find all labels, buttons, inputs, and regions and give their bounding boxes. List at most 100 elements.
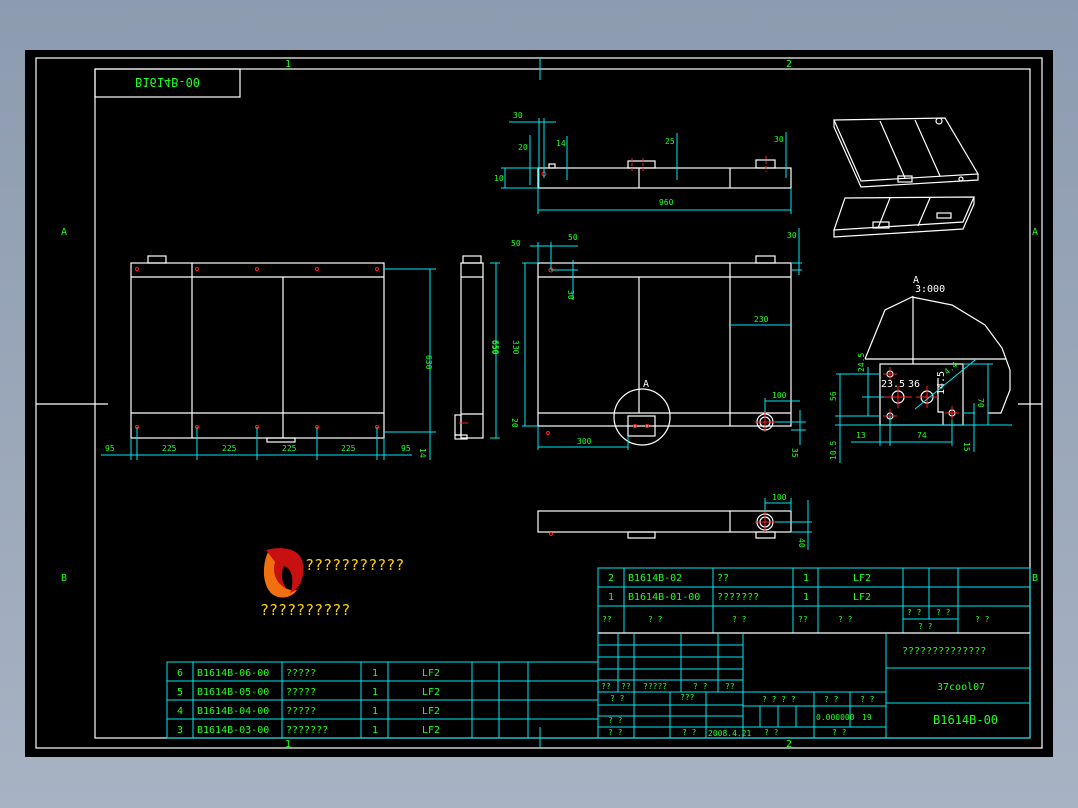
front-view	[101, 255, 436, 460]
dimension-label: 35	[790, 448, 799, 458]
cell-qty: 1	[803, 573, 809, 584]
cell-no: 5	[177, 687, 183, 698]
cell-name: ?????	[286, 687, 316, 698]
parts-table-row: 1 B1614B-01-00??????? 1 LF2	[608, 592, 871, 603]
dimension-label: 650	[490, 340, 499, 355]
cell-material: LF2	[853, 592, 871, 603]
title-cell: ? ?	[610, 694, 625, 703]
header-cell: ? ?	[838, 615, 853, 624]
weight-label: ? ?	[824, 695, 839, 704]
cell-no: 4	[177, 706, 183, 717]
zone-label: 2	[786, 739, 792, 750]
mirrored-drawing-code: B1614B-00	[135, 75, 200, 89]
drawing-sheet: 1 2 1 2 A B A B B1614B-00 6 30 95 225 225…	[35, 57, 1043, 750]
dimension-label: 30	[513, 111, 523, 120]
cell-no: 1	[608, 592, 614, 603]
scale-value: 19	[862, 713, 872, 722]
title-cell: ? ?	[608, 716, 623, 725]
detail-scale: 3:000	[915, 284, 945, 295]
dimension-label: 56	[829, 391, 838, 401]
date: 2008.4.21	[708, 729, 752, 738]
dimension-label: 100	[772, 391, 787, 400]
cell-no: 6	[177, 668, 183, 679]
sign-cell: ?????	[643, 682, 667, 691]
dimension-label: 24.5	[857, 353, 866, 372]
dimension-label: 70	[976, 398, 985, 408]
parts-table-row: 6 B1614B-06-00????? 1 LF2	[177, 668, 440, 679]
drawing-name: 37cool07	[937, 682, 985, 693]
cell-material: LF2	[422, 725, 440, 736]
dimension-label: 15	[962, 442, 971, 452]
cell-name: ???????	[717, 592, 759, 603]
cell-code: B1614B-03-00	[197, 725, 269, 736]
dimension-label: 230	[754, 315, 769, 324]
dimension-label: 30	[566, 290, 575, 300]
cell-name: ?????	[286, 668, 316, 679]
cell-name: ??	[717, 573, 729, 584]
dimension-label: 95	[105, 444, 115, 453]
title-cell: ???	[680, 693, 695, 702]
cell-name: ?????	[286, 706, 316, 717]
dimension-label: 14	[418, 448, 427, 458]
header-cell: ? ?	[907, 608, 922, 617]
cell-material: LF2	[853, 573, 871, 584]
company-logo	[263, 548, 304, 598]
parts-table-row: 3 B1614B-03-00??????? 1 LF2	[177, 725, 440, 736]
logo-text-line1: ???????????	[305, 556, 404, 574]
zone-label: B	[1032, 573, 1038, 584]
cell-qty: 1	[372, 668, 378, 679]
isometric-view-bottom	[833, 196, 975, 238]
dimension-label: 30	[774, 135, 784, 144]
drawing-code: B1614B-00	[933, 713, 998, 727]
dimension-label: 74	[917, 431, 927, 440]
cad-drawing-canvas[interactable]: 1 2 1 2 A B A B B1614B-00 6 30 95 225 225…	[25, 50, 1053, 757]
company-name: ??????????????	[902, 646, 986, 657]
cell-code: B1614B-06-00	[197, 668, 269, 679]
detail-marker: A	[643, 379, 649, 390]
scale-label: ? ?	[860, 695, 875, 704]
dimension-label: 40	[797, 538, 806, 548]
parts-table-row: 4 B1614B-04-00????? 1 LF2	[177, 706, 440, 717]
isometric-view-top	[833, 117, 980, 188]
cell-material: LF2	[422, 706, 440, 717]
dimension-label: 10	[494, 174, 504, 183]
dimension-label: 25	[665, 137, 675, 146]
header-cell: ? ?	[648, 615, 663, 624]
dimension-label: 225	[341, 444, 356, 453]
dimension-label: 225	[162, 444, 177, 453]
sheet-count: ? ?	[764, 728, 779, 737]
zone-label: 2	[786, 59, 792, 70]
cell-no: 3	[177, 725, 183, 736]
zone-label: B	[61, 573, 67, 584]
dimension-label: 10.5	[829, 441, 838, 460]
sheet-number: ? ?	[832, 728, 847, 737]
title-cell: ? ?	[682, 728, 697, 737]
dimension-label: 20	[518, 143, 528, 152]
header-cell: ??	[798, 615, 808, 624]
parts-table-row: 2 B1614B-02?? 1 LF2	[608, 573, 871, 584]
bottom-view	[537, 498, 812, 550]
zone-label: A	[1032, 227, 1038, 238]
dimension-label: 4.4	[943, 360, 960, 376]
top-view	[501, 118, 792, 214]
header-cell: ? ?	[975, 615, 990, 624]
dimension-label: 50	[511, 239, 521, 248]
dimension-label: 36	[908, 379, 920, 390]
header-cell: ? ?	[732, 615, 747, 624]
sign-cell: ??	[725, 682, 735, 691]
dimension-label: 30	[787, 231, 797, 240]
zone-label: 1	[285, 739, 291, 750]
dimension-label: 225	[282, 444, 297, 453]
zone-label: 1	[285, 59, 291, 70]
dimension-label: 20	[510, 418, 519, 428]
cell-code: B1614B-04-00	[197, 706, 269, 717]
cell-code: B1614B-02	[628, 573, 682, 584]
cell-name: ???????	[286, 725, 328, 736]
cell-qty: 1	[372, 687, 378, 698]
inner-border	[94, 68, 1031, 739]
zone-label: A	[61, 227, 67, 238]
stage-label: ? ? ? ?	[762, 695, 796, 704]
dimension-label: 330	[511, 340, 520, 355]
cell-material: LF2	[422, 668, 440, 679]
header-cell: ??	[602, 615, 612, 624]
